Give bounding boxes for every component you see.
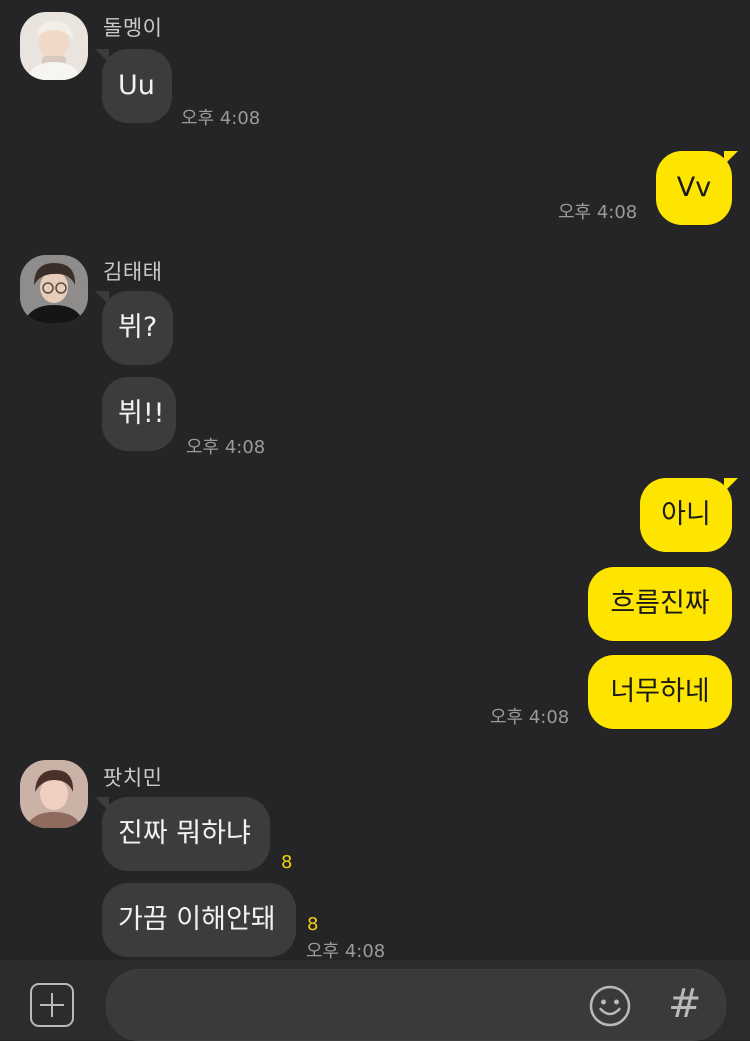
sender-name: 김태태 [103,260,163,284]
sender-name: 돌멩이 [103,16,163,40]
unread-count: 8 [307,914,319,935]
message-bubble[interactable]: 뷔? [102,291,173,365]
message-bubble[interactable]: 흐름진짜 [588,567,732,641]
message-bubble[interactable]: Vv [656,151,732,225]
bubble-tail [95,291,109,305]
message-text: Uu [118,70,155,101]
message-text: 가끔 이해안돼 [118,904,276,935]
message-time: 오후 4:08 [490,707,570,728]
chat-area[interactable]: 돌멩이 Uu 오후 4:08 Vv 오후 4:08 김태태 뷔? 뷔!! 오후 … [0,0,750,960]
message-text: 아니 [661,499,711,530]
bubble-tail [95,797,109,811]
composer-bar [0,960,750,1041]
message-text: 뷔!! [118,398,165,429]
message-text: 뷔? [118,312,158,343]
message-input[interactable] [106,969,726,1041]
message-bubble[interactable]: Uu [102,49,172,123]
unread-count: 8 [281,852,293,873]
bubble-tail [95,49,109,63]
message-text: Vv [676,172,712,203]
message-bubble[interactable]: 너무하네 [588,655,732,729]
bubble-tail [724,151,738,165]
message-bubble[interactable]: 가끔 이해안돼 [102,883,296,957]
hashtag-button[interactable]: # [668,978,702,1030]
message-text: 흐름진짜 [610,588,710,619]
message-bubble[interactable]: 아니 [640,478,732,552]
avatar[interactable] [20,255,88,323]
sender-name: 팟치민 [103,766,163,790]
message-time: 오후 4:08 [186,437,266,458]
plus-square-icon[interactable] [30,983,74,1027]
smiley-icon[interactable] [588,984,632,1028]
message-time: 오후 4:08 [181,108,261,129]
bubble-tail [724,478,738,492]
message-time: 오후 4:08 [558,202,638,223]
avatar[interactable] [20,760,88,828]
message-text: 너무하네 [610,676,710,707]
message-bubble[interactable]: 진짜 뭐하냐 [102,797,270,871]
avatar[interactable] [20,12,88,80]
message-bubble[interactable]: 뷔!! [102,377,176,451]
message-time: 오후 4:08 [306,941,386,960]
message-text: 진짜 뭐하냐 [118,818,251,849]
